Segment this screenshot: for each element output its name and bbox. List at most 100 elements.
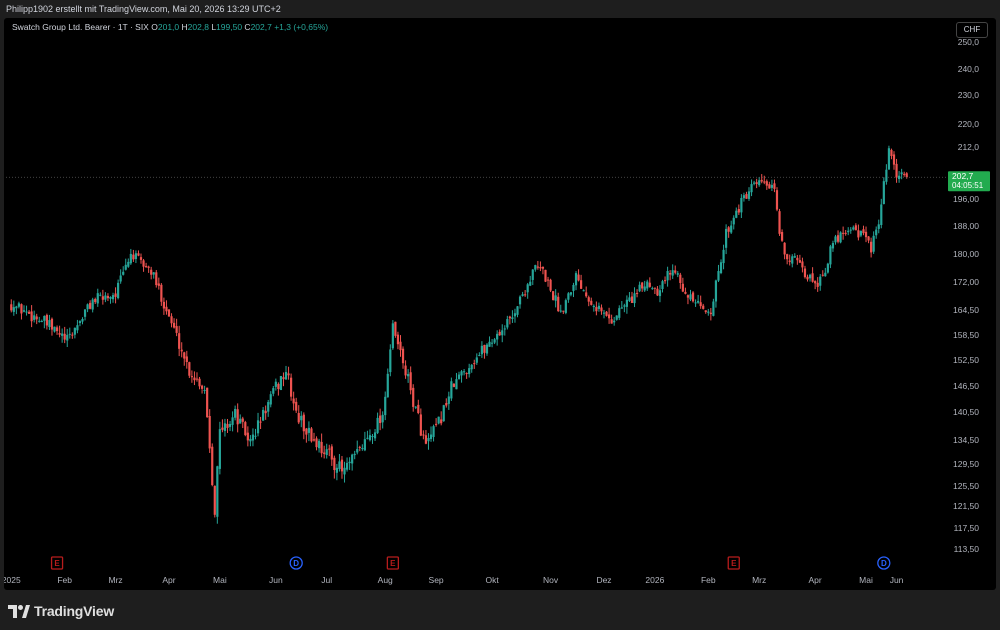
candle-body xyxy=(475,357,478,363)
tradingview-logo[interactable]: TradingView xyxy=(8,601,114,621)
event-marker-label: E xyxy=(54,559,60,568)
candle-body xyxy=(709,312,712,315)
candle-body xyxy=(76,325,79,331)
candle-body xyxy=(468,368,471,375)
candle-body xyxy=(544,269,547,282)
candle-body xyxy=(778,211,781,234)
candle-body xyxy=(811,273,814,282)
candle-body xyxy=(218,429,221,469)
candle-body xyxy=(587,297,590,302)
candle-body xyxy=(758,180,761,186)
candle-body xyxy=(722,249,725,264)
candle-body xyxy=(300,415,303,421)
candle-body xyxy=(602,312,606,314)
candle-body xyxy=(351,454,354,464)
candle-body xyxy=(353,453,356,456)
event-marker-label: E xyxy=(390,559,396,568)
candle-body xyxy=(267,402,270,412)
candle-body xyxy=(10,304,13,311)
candle-body xyxy=(244,422,247,436)
candle-body xyxy=(272,388,275,394)
chart-panel[interactable]: 250,0 240,0 230,0 220,0 212,0 196,00 188,00 180… xyxy=(4,18,996,590)
candle-body xyxy=(422,434,425,436)
footer: TradingView xyxy=(0,590,1000,630)
candle-body xyxy=(493,339,496,343)
candle-body xyxy=(638,284,641,292)
candle-body xyxy=(625,299,628,307)
candle-body xyxy=(577,274,580,281)
candle-body xyxy=(732,217,735,225)
x-tick-label: Apr xyxy=(809,575,822,585)
candle-body xyxy=(183,352,186,359)
candle-body xyxy=(897,175,901,180)
candle-body xyxy=(323,452,326,454)
candle-body xyxy=(307,427,311,433)
candle-body xyxy=(363,439,366,451)
candle-body xyxy=(694,302,697,304)
candle-body xyxy=(193,377,196,381)
candle-body xyxy=(786,254,789,260)
countdown-label: 04:05:51 xyxy=(952,181,984,190)
candle-body xyxy=(847,230,850,233)
candle-body xyxy=(808,274,812,279)
candle-body xyxy=(99,294,102,296)
candle-body xyxy=(450,381,453,399)
candle-body xyxy=(747,191,751,199)
candle-body xyxy=(167,309,171,317)
candle-body xyxy=(763,181,766,183)
candle-body xyxy=(600,307,603,312)
candle-body xyxy=(783,242,786,255)
candle-body xyxy=(496,333,499,340)
candle-body xyxy=(653,287,656,289)
candle-body xyxy=(284,372,288,380)
candle-body xyxy=(755,182,758,184)
y-tick-label: 146,50 xyxy=(953,381,979,391)
candle-body xyxy=(175,326,178,333)
candle-body xyxy=(824,272,827,277)
candle-body xyxy=(485,344,489,354)
candle-body xyxy=(597,305,601,309)
price-chart[interactable]: 250,0 240,0 230,0 220,0 212,0 196,00 188,00 180… xyxy=(4,18,996,590)
currency-button[interactable]: CHF xyxy=(956,22,988,38)
candle-body xyxy=(773,183,776,189)
candle-body xyxy=(190,376,193,378)
candle-body xyxy=(742,195,746,199)
candle-body xyxy=(691,292,695,302)
candle-body xyxy=(714,280,718,302)
candle-body xyxy=(328,448,331,450)
candle-body xyxy=(216,466,219,517)
candle-body xyxy=(302,414,305,432)
candle-body xyxy=(605,311,608,316)
candle-body xyxy=(228,423,232,427)
candle-body xyxy=(361,448,364,450)
candle-body xyxy=(697,300,700,303)
candle-body xyxy=(885,169,888,182)
candle-body xyxy=(30,311,33,322)
candle-body xyxy=(208,416,211,449)
high-value: 202,8 xyxy=(187,22,209,32)
candle-body xyxy=(536,266,539,268)
x-tick-label: 2026 xyxy=(645,575,664,585)
candle-body xyxy=(613,320,616,323)
candle-body xyxy=(162,301,166,309)
candle-body xyxy=(111,295,115,300)
candle-body xyxy=(371,436,374,438)
candle-body xyxy=(628,297,631,301)
candle-body xyxy=(862,229,865,234)
candle-body xyxy=(290,377,293,397)
candle-body xyxy=(129,253,132,264)
candle-body xyxy=(501,330,504,336)
y-tick-label: 129,50 xyxy=(953,459,979,469)
candle-body xyxy=(343,467,346,475)
candle-body xyxy=(506,319,509,328)
candle-body xyxy=(567,293,570,300)
candle-body xyxy=(877,224,880,229)
y-tick-label: 134,50 xyxy=(953,435,979,445)
candle-body xyxy=(864,231,868,238)
candle-body xyxy=(22,310,26,312)
y-tick-label: 158,50 xyxy=(953,330,979,340)
candle-body xyxy=(117,282,120,299)
candle-body xyxy=(419,414,422,436)
candle-body xyxy=(684,291,687,294)
candle-body xyxy=(249,438,252,442)
